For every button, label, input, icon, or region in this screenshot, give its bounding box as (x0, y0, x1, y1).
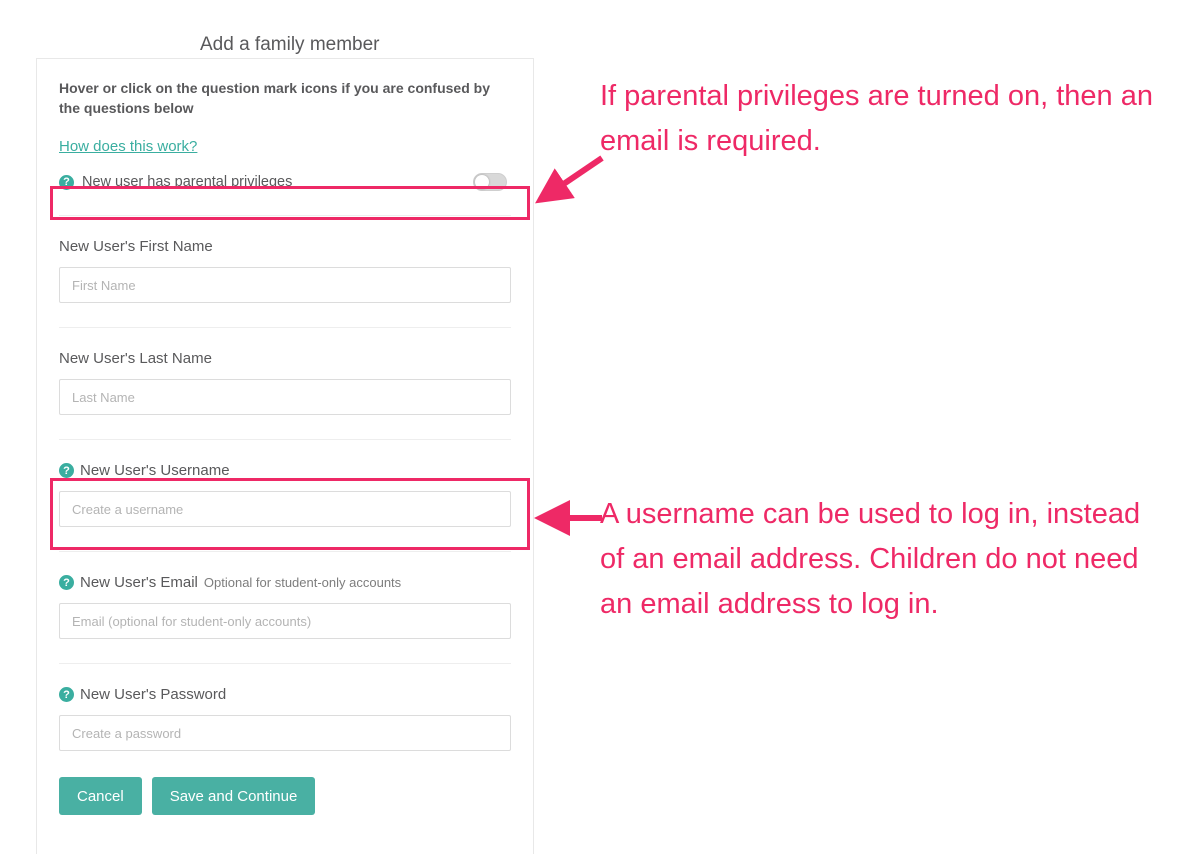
annotation-parental: If parental privileges are turned on, th… (600, 74, 1160, 164)
divider (59, 551, 511, 552)
help-icon[interactable]: ? (59, 687, 74, 702)
first-name-section: New User's First Name (59, 238, 511, 303)
email-input[interactable] (59, 603, 511, 639)
annotation-username: A username can be used to log in, instea… (600, 492, 1160, 627)
last-name-section: New User's Last Name (59, 350, 511, 415)
email-label: New User's Email (80, 574, 198, 591)
arrow-icon (528, 500, 608, 540)
cancel-button[interactable]: Cancel (59, 777, 142, 815)
last-name-label: New User's Last Name (59, 350, 212, 367)
password-label: New User's Password (80, 686, 226, 703)
save-button[interactable]: Save and Continue (152, 777, 316, 815)
help-icon[interactable]: ? (59, 463, 74, 478)
divider (59, 663, 511, 664)
highlight-parental-row (50, 186, 530, 220)
highlight-username-section (50, 478, 530, 550)
form-hint: Hover or click on the question mark icon… (59, 79, 511, 118)
username-label: New User's Username (80, 462, 230, 479)
how-does-this-work-link[interactable]: How does this work? (59, 138, 511, 155)
arrow-icon (528, 150, 608, 230)
divider (59, 327, 511, 328)
divider (59, 439, 511, 440)
email-sublabel: Optional for student-only accounts (204, 575, 401, 590)
first-name-input[interactable] (59, 267, 511, 303)
password-section: ? New User's Password (59, 686, 511, 751)
help-icon[interactable]: ? (59, 575, 74, 590)
add-member-form: Hover or click on the question mark icon… (36, 58, 534, 854)
last-name-input[interactable] (59, 379, 511, 415)
form-buttons: Cancel Save and Continue (59, 777, 511, 815)
first-name-label: New User's First Name (59, 238, 213, 255)
password-input[interactable] (59, 715, 511, 751)
page-title: Add a family member (200, 34, 380, 56)
email-section: ? New User's Email Optional for student-… (59, 574, 511, 639)
